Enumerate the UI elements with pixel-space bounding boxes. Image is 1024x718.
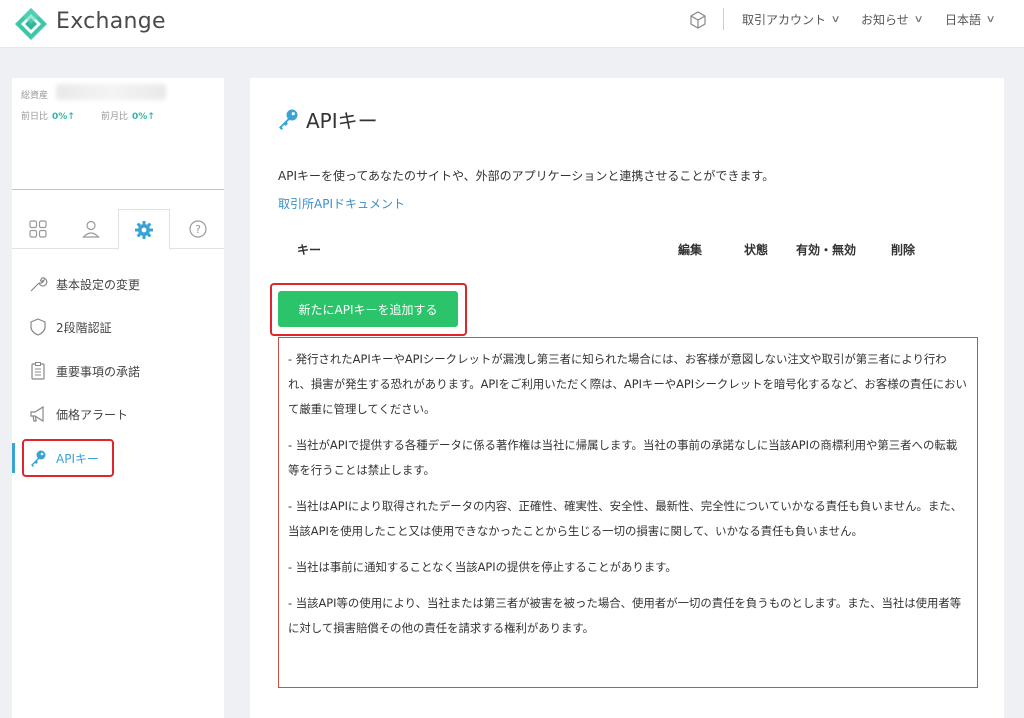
shield-icon (28, 317, 48, 337)
notice-paragraph: - 当社は事前に通知することなく当該APIの提供を停止することがあります。 (288, 560, 677, 574)
sidebar-item-label: 2段階認証 (56, 320, 112, 335)
chevron-down-icon: ∨ (913, 14, 924, 25)
api-docs-link[interactable]: 取引所APIドキュメント (278, 195, 405, 212)
total-assets-value-blurred (56, 84, 166, 100)
day-change-label: 前日比 (21, 112, 49, 122)
notice-paragraph: - 発行されたAPIキーやAPIシークレットが漏洩し第三者に知られた場合には、お… (288, 352, 967, 416)
day-change: 前日比 0%↑ (21, 109, 75, 122)
notifications-label: お知らせ (861, 13, 909, 27)
help-icon: ? (189, 220, 207, 238)
notice-paragraph: - 当該API等の使用により、当社または第三者が被害を被った場合、使用者が一切の… (288, 596, 962, 635)
add-api-key-button[interactable]: 新たにAPIキーを追加する (278, 291, 458, 327)
balance-divider (12, 189, 224, 190)
trading-account-label: 取引アカウント (742, 13, 827, 27)
header-divider (723, 8, 724, 30)
sidebar-item-price-alert[interactable]: 価格アラート (12, 399, 224, 429)
total-assets-label: 総資産 (21, 91, 49, 101)
key-icon (279, 109, 298, 130)
column-header-enable: 有効・無効 (796, 243, 857, 257)
sidebar-item-important-terms[interactable]: 重要事項の承諾 (12, 356, 224, 386)
notice-paragraph: - 当社がAPIで提供する各種データに係る著作権は当社に帰属します。当社の事前の… (288, 438, 958, 477)
month-change-label: 前月比 (101, 112, 129, 122)
exchange-logo-icon[interactable] (13, 6, 49, 42)
svg-text:?: ? (195, 223, 201, 236)
api-notice-box: - 発行されたAPIキーやAPIシークレットが漏洩し第三者に知られた場合には、お… (278, 337, 978, 688)
sidebar-item-two-factor[interactable]: 2段階認証 (12, 312, 224, 342)
day-change-value: 0%↑ (52, 112, 75, 122)
chevron-down-icon: ∨ (830, 14, 841, 25)
sidebar-item-label: 基本設定の変更 (56, 277, 141, 292)
brand-name[interactable]: Exchange (56, 9, 166, 34)
column-header-delete: 削除 (891, 243, 916, 257)
cube-icon[interactable] (688, 10, 708, 30)
tab-account[interactable] (65, 209, 117, 249)
column-header-edit: 編集 (678, 243, 703, 257)
sidebar-item-basic-settings[interactable]: 基本設定の変更 (12, 269, 224, 299)
column-header-key: キー (297, 243, 322, 257)
highlight-box (22, 439, 114, 477)
language-menu[interactable]: 日本語 ∨ (945, 11, 996, 28)
wrench-icon (28, 274, 48, 294)
notice-paragraph: - 当社はAPIにより取得されたデータの内容、正確性、確実性、安全性、最新性、完… (288, 499, 963, 538)
page-title: APIキー (306, 109, 378, 133)
tab-settings[interactable] (118, 209, 170, 250)
month-change-value: 0%↑ (132, 112, 155, 122)
month-change: 前月比 0%↑ (101, 109, 155, 122)
chevron-down-icon: ∨ (985, 14, 996, 25)
grid-icon (29, 220, 47, 238)
tab-dashboard[interactable] (12, 209, 64, 249)
main-panel: APIキー APIキーを使ってあなたのサイトや、外部のアプリケーションと連携させ… (250, 78, 1004, 718)
trading-account-menu[interactable]: 取引アカウント ∨ (742, 11, 841, 28)
sidebar-tabs: ? (12, 209, 224, 250)
language-label: 日本語 (945, 13, 982, 27)
sidebar: 総資産 前日比 0%↑ 前月比 0%↑ ? 基本設定の変更 2段階認証 重要事項… (12, 78, 224, 718)
sidebar-item-label: 価格アラート (56, 407, 129, 422)
column-header-status: 状態 (744, 243, 769, 257)
gear-icon (135, 220, 153, 239)
page-description: APIキーを使ってあなたのサイトや、外部のアプリケーションと連携させることができ… (278, 169, 775, 183)
top-header: Exchange 取引アカウント ∨ お知らせ ∨ 日本語 ∨ (0, 0, 1024, 48)
clipboard-icon (28, 361, 48, 381)
notifications-menu[interactable]: お知らせ ∨ (861, 11, 924, 28)
megaphone-icon (28, 404, 48, 424)
sidebar-item-label: 重要事項の承諾 (56, 364, 141, 379)
user-icon (82, 220, 100, 238)
tab-help[interactable]: ? (172, 209, 224, 249)
